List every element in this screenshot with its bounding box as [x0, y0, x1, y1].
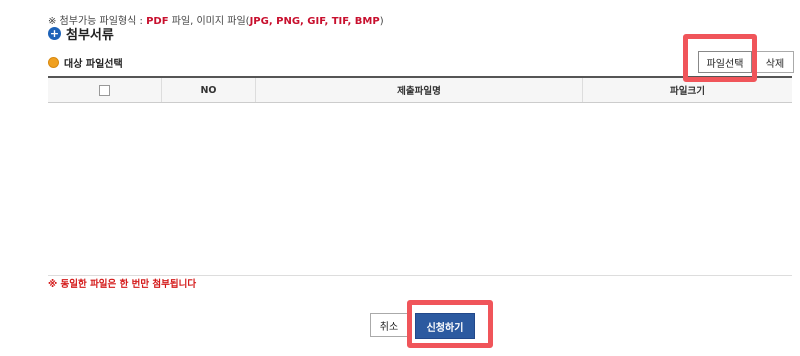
select-all-checkbox[interactable] — [99, 84, 110, 96]
notice-formats: JPG, PNG, GIF, TIF, BMP — [249, 16, 380, 27]
section-header: + 첨부서류 — [48, 24, 114, 43]
column-select-all — [48, 78, 162, 102]
duplicate-warning: ※ 동일한 파일은 한 번만 첨부됩니다 — [48, 279, 197, 290]
highlight-box-submit — [407, 300, 493, 348]
table-body — [48, 103, 792, 276]
cancel-button[interactable]: 취소 — [370, 313, 408, 337]
notice-pdf: PDF — [146, 16, 169, 27]
file-table: NO 제출파일명 파일크기 — [48, 76, 792, 276]
bullet-dot-icon — [48, 57, 59, 68]
plus-circle-icon: + — [48, 27, 61, 40]
notice-middle: 파일, 이미지 파일( — [168, 16, 250, 27]
highlight-box-select — [683, 34, 757, 82]
notice-suffix: ) — [379, 16, 384, 27]
table-header: NO 제출파일명 파일크기 — [48, 76, 792, 103]
delete-button[interactable]: 삭제 — [756, 51, 794, 73]
column-file-name: 제출파일명 — [256, 78, 583, 102]
section-title: 첨부서류 — [66, 28, 114, 43]
column-no: NO — [162, 78, 256, 102]
subsection-title: 대상 파일선택 — [64, 59, 123, 70]
subsection-header: 대상 파일선택 — [48, 55, 123, 70]
